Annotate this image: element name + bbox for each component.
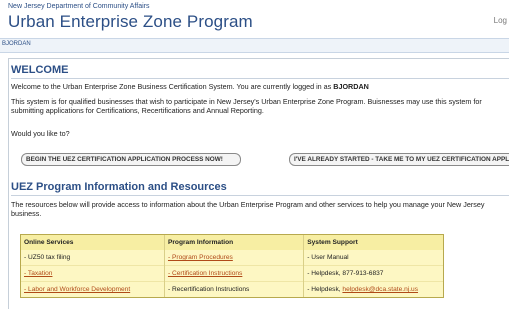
table-cell: - Recertification Instructions xyxy=(164,281,305,297)
table-cell: - Certification Instructions xyxy=(164,265,305,282)
resource-link[interactable]: - Certification Instructions xyxy=(168,270,242,277)
user-bar: BJORDAN xyxy=(0,38,509,53)
welcome-username: BJORDAN xyxy=(333,82,369,91)
system-description: This system is for qualified businesses … xyxy=(11,97,482,115)
column-header-online-services: Online Services xyxy=(21,235,165,250)
resource-text: - Helpdesk, xyxy=(307,286,343,293)
table-row: - Taxation - Certification Instructions - … xyxy=(21,265,443,282)
resources-description: The resources below will provide access … xyxy=(11,200,485,218)
resources-heading: UEZ Program Information and Resources xyxy=(11,181,227,193)
app-title: Urban Enterprise Zone Program xyxy=(8,12,253,31)
welcome-intro-text: Welcome to the Urban Enterprise Zone Bus… xyxy=(11,82,334,91)
resource-link[interactable]: - Program Procedures xyxy=(168,254,233,261)
welcome-intro: Welcome to the Urban Enterprise Zone Bus… xyxy=(11,82,501,91)
helpdesk-email-link[interactable]: helpdesk@dca.state.nj.us xyxy=(342,286,418,293)
table-cell: - Program Procedures xyxy=(164,250,305,266)
table-cell: - Taxation xyxy=(21,265,165,282)
column-header-program-information: Program Information xyxy=(164,235,305,250)
resource-text: - UZ50 tax filing xyxy=(24,254,71,261)
table-cell: - User Manual xyxy=(304,250,443,266)
resource-text: - User Manual xyxy=(307,254,349,261)
table-cell: - Helpdesk, helpdesk@dca.state.nj.us xyxy=(303,281,443,297)
divider xyxy=(11,195,509,196)
page-header: New Jersey Department of Community Affai… xyxy=(0,0,509,37)
table-row: - Labor and Workforce Development - Recer… xyxy=(21,281,443,297)
divider xyxy=(11,78,509,79)
resource-link[interactable]: - Labor and Workforce Development xyxy=(24,286,130,293)
table-header-row: Online Services Program Information Syst… xyxy=(21,235,443,250)
begin-application-button[interactable]: BEGIN THE UEZ CERTIFICATION APPLICATION … xyxy=(21,153,241,166)
resource-link[interactable]: - Taxation xyxy=(24,270,52,277)
table-row: - UZ50 tax filing - Program Procedures - U… xyxy=(21,250,443,266)
column-header-system-support: System Support xyxy=(303,235,443,250)
resources-table: Online Services Program Information Syst… xyxy=(20,234,444,298)
department-name: New Jersey Department of Community Affai… xyxy=(8,3,150,10)
table-cell: - Helpdesk, 877-913-6837 xyxy=(303,265,443,282)
welcome-heading: WELCOME xyxy=(11,64,69,76)
table-cell: - UZ50 tax filing xyxy=(21,250,165,266)
resource-text: - Helpdesk, 877-913-6837 xyxy=(307,270,384,277)
prompt-question: Would you like to? xyxy=(11,129,70,138)
login-link[interactable]: Log xyxy=(494,16,507,25)
resource-text: - Recertification Instructions xyxy=(167,286,250,293)
continue-application-button[interactable]: I'VE ALREADY STARTED - TAKE ME TO MY UEZ… xyxy=(289,153,509,166)
table-cell: - Labor and Workforce Development xyxy=(21,281,165,297)
logged-in-user: BJORDAN xyxy=(2,41,31,47)
